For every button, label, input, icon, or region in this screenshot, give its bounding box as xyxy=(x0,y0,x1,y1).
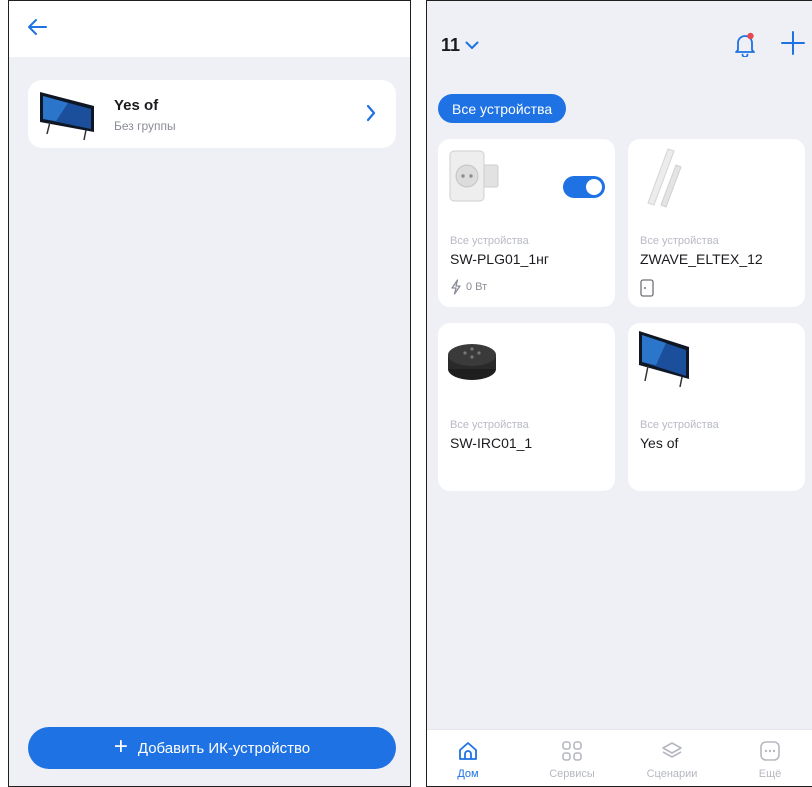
plus-icon[interactable] xyxy=(781,31,805,55)
power-toggle[interactable] xyxy=(563,176,605,198)
lightning-icon xyxy=(451,279,461,295)
power-reading: 0 Вт xyxy=(450,279,487,295)
back-button[interactable] xyxy=(23,13,51,41)
toggle-knob xyxy=(586,179,602,195)
tv-device-image xyxy=(639,331,689,388)
chevron-down-icon xyxy=(465,41,479,49)
nav-label: Сценарии xyxy=(646,768,698,780)
power-value: 0 Вт xyxy=(466,281,488,293)
add-ir-device-label: Добавить ИК-устройство xyxy=(137,739,311,757)
top-bar xyxy=(9,1,410,57)
nav-tab-more[interactable]: Ещё xyxy=(735,740,805,780)
device-list-screen: Yes of Без группы + Добавить ИК-устройст… xyxy=(8,0,411,787)
nav-tab-home[interactable]: Дом xyxy=(433,740,503,780)
home-screen: 11 Все устройства Все устройства SW-PLG0… xyxy=(426,0,812,787)
layers-icon xyxy=(662,742,682,758)
device-card[interactable]: Все устройства SW-IRC01_1 xyxy=(438,323,615,491)
device-name: Yes of xyxy=(640,435,679,451)
bottom-navigation: Дом Сервисы Сценарии Ещё xyxy=(427,729,812,786)
nav-tab-services[interactable]: Сервисы xyxy=(537,740,607,780)
bell-icon[interactable] xyxy=(733,31,757,57)
device-name: SW-IRC01_1 xyxy=(450,435,533,451)
plus-icon: + xyxy=(113,733,128,760)
device-name: SW-PLG01_1нг xyxy=(450,251,549,267)
arrow-left-icon xyxy=(28,19,47,35)
tv-device-image xyxy=(40,92,94,141)
home-selector-label: 11 xyxy=(441,35,461,55)
nav-tab-scenes[interactable]: Сценарии xyxy=(637,740,707,780)
filter-chip-all-devices[interactable]: Все устройства xyxy=(438,94,567,123)
device-status xyxy=(640,279,654,297)
device-name: Yes of xyxy=(114,97,159,114)
add-ir-device-button[interactable]: + Добавить ИК-устройство xyxy=(28,727,396,769)
device-group: Без группы xyxy=(114,119,176,133)
chevron-right-icon xyxy=(366,104,376,122)
device-card[interactable]: Все устройства SW-PLG01_1нг 0 Вт xyxy=(438,139,615,307)
device-card[interactable]: Все устройства Yes of xyxy=(628,323,805,491)
nav-label: Ещё xyxy=(758,768,782,780)
door-sensor-image xyxy=(647,148,682,208)
device-name: ZWAVE_ELTEX_12 xyxy=(640,251,763,267)
home-selector[interactable]: 11 xyxy=(441,35,479,56)
device-list-item[interactable]: Yes of Без группы xyxy=(28,80,396,148)
more-icon xyxy=(760,741,780,761)
door-icon xyxy=(640,279,654,297)
device-category: Все устройства xyxy=(450,419,529,431)
home-icon xyxy=(459,742,477,760)
device-category: Все устройства xyxy=(640,235,719,247)
device-category: Все устройства xyxy=(450,235,529,247)
ir-controller-image xyxy=(448,344,496,380)
device-card[interactable]: Все устройства ZWAVE_ELTEX_12 xyxy=(628,139,805,307)
nav-label: Сервисы xyxy=(549,768,595,780)
smart-plug-image xyxy=(449,150,499,202)
nav-label: Дом xyxy=(457,768,479,780)
device-category: Все устройства xyxy=(640,419,719,431)
grid-icon xyxy=(562,741,582,761)
